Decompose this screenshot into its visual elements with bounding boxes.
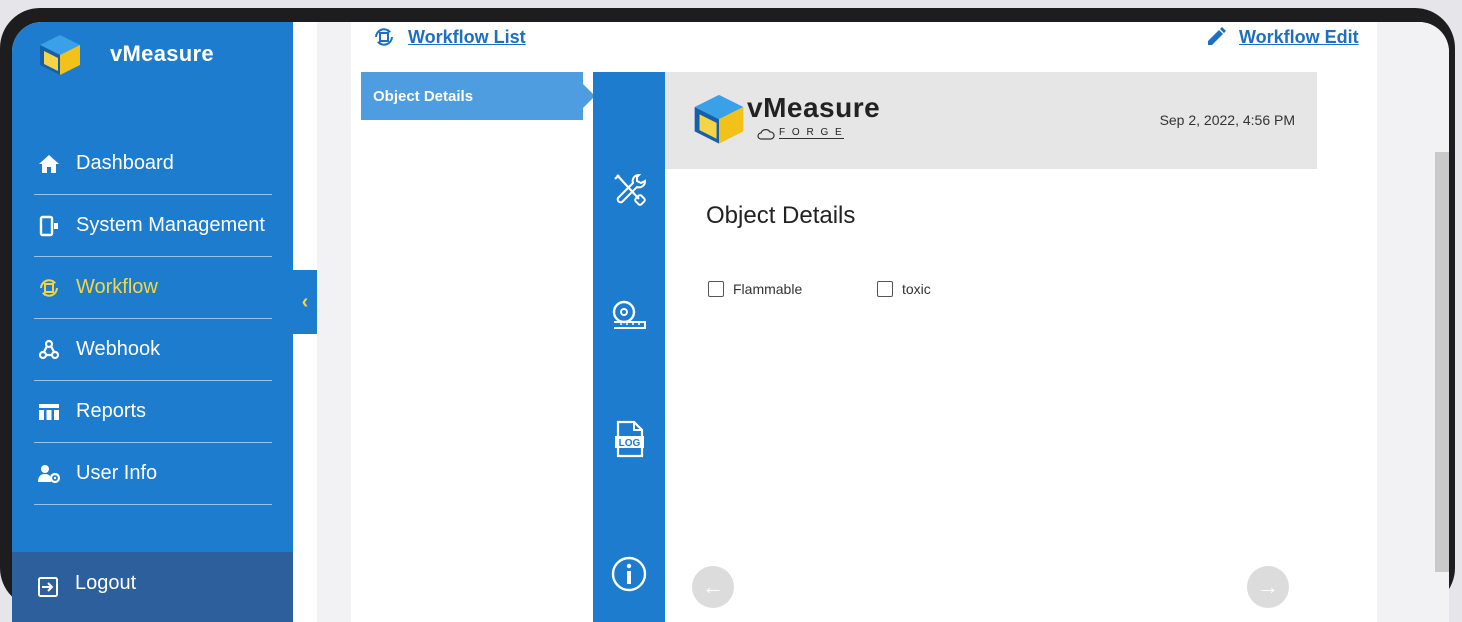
sidebar-item-webhook[interactable]: Webhook <box>34 319 272 381</box>
vmeasure-logo-icon <box>40 35 80 75</box>
tape-measure-icon[interactable] <box>607 292 651 336</box>
sidebar-item-label: System Management <box>76 214 265 236</box>
sidebar-item-label: Reports <box>76 400 147 422</box>
info-icon[interactable] <box>607 552 651 596</box>
table-icon <box>36 399 62 425</box>
sidebar-item-workflow[interactable]: Workflow <box>34 257 272 319</box>
sidebar-item-label: Webhook <box>76 338 161 360</box>
device-frame: vMeasure Dashboard System Management Wor… <box>0 8 1455 622</box>
log-file-icon[interactable]: LOG <box>607 417 651 461</box>
checkbox-label: Flammable <box>733 281 803 297</box>
sidebar-item-reports[interactable]: Reports <box>34 381 272 443</box>
vmeasure-forge-logo: vMeasure F O R G E <box>691 90 891 150</box>
flammable-checkbox[interactable]: Flammable <box>708 281 802 297</box>
step-tab-object-details[interactable]: Object Details <box>361 72 595 120</box>
vertical-scrollbar[interactable] <box>1435 152 1449 572</box>
brand: vMeasure <box>38 24 214 84</box>
card-header: vMeasure F O R G E Sep 2, 2022, 4:56 PM <box>665 72 1317 169</box>
workflow-list-link[interactable]: Workflow List <box>372 26 526 48</box>
app-screen: vMeasure Dashboard System Management Wor… <box>12 22 1449 622</box>
page-title: Object Details <box>706 202 856 229</box>
sidebar-item-dashboard[interactable]: Dashboard <box>34 133 272 195</box>
tools-icon[interactable] <box>607 167 651 211</box>
logo-wordmark: vMeasure <box>747 92 881 123</box>
vmeasure-logo-icon <box>694 94 744 144</box>
arrow-right-icon: → <box>1257 574 1279 599</box>
workflow-icon <box>36 275 62 301</box>
logout-button[interactable]: Logout <box>12 552 293 622</box>
sidebar-collapse-button[interactable]: ‹ <box>293 270 317 334</box>
workflow-icon <box>375 28 393 46</box>
chevron-left-icon: ‹ <box>301 290 309 313</box>
sidebar-item-label: Dashboard <box>76 152 174 174</box>
checkbox-box[interactable] <box>877 281 893 297</box>
toxic-checkbox[interactable]: toxic <box>877 281 931 297</box>
user-gear-icon <box>36 461 62 487</box>
cloud-icon <box>757 127 775 140</box>
logo-subtitle: F O R G E <box>779 127 844 139</box>
arrow-left-icon: ← <box>702 574 724 599</box>
previous-button[interactable]: ← <box>692 566 734 608</box>
sidebar-item-user-info[interactable]: User Info <box>34 443 272 505</box>
webhook-icon <box>36 337 62 363</box>
home-icon <box>36 151 62 177</box>
brand-name: vMeasure <box>110 41 214 66</box>
pencil-icon <box>1208 27 1226 45</box>
checkbox-box[interactable] <box>708 281 724 297</box>
checkbox-label: toxic <box>902 281 931 297</box>
workflow-edit-link[interactable]: Workflow Edit <box>1205 26 1359 48</box>
svg-text:LOG: LOG <box>619 438 641 449</box>
sidebar: vMeasure Dashboard System Management Wor… <box>12 22 293 622</box>
sidebar-item-label: User Info <box>76 462 158 484</box>
sidebar-item-system-management[interactable]: System Management <box>34 195 272 257</box>
logout-icon <box>37 576 59 598</box>
logout-label: Logout <box>75 571 137 594</box>
next-button[interactable]: → <box>1247 566 1289 608</box>
sidebar-item-label: Workflow <box>76 276 158 298</box>
workflow-list-label: Workflow List <box>408 26 526 47</box>
sidebar-nav: Dashboard System Management Workflow Web… <box>34 133 272 505</box>
timestamp: Sep 2, 2022, 4:56 PM <box>1159 112 1295 128</box>
device-icon <box>36 213 62 239</box>
tool-strip: LOG <box>593 72 665 622</box>
workflow-edit-label: Workflow Edit <box>1239 26 1359 47</box>
step-tab-label: Object Details <box>373 87 474 105</box>
